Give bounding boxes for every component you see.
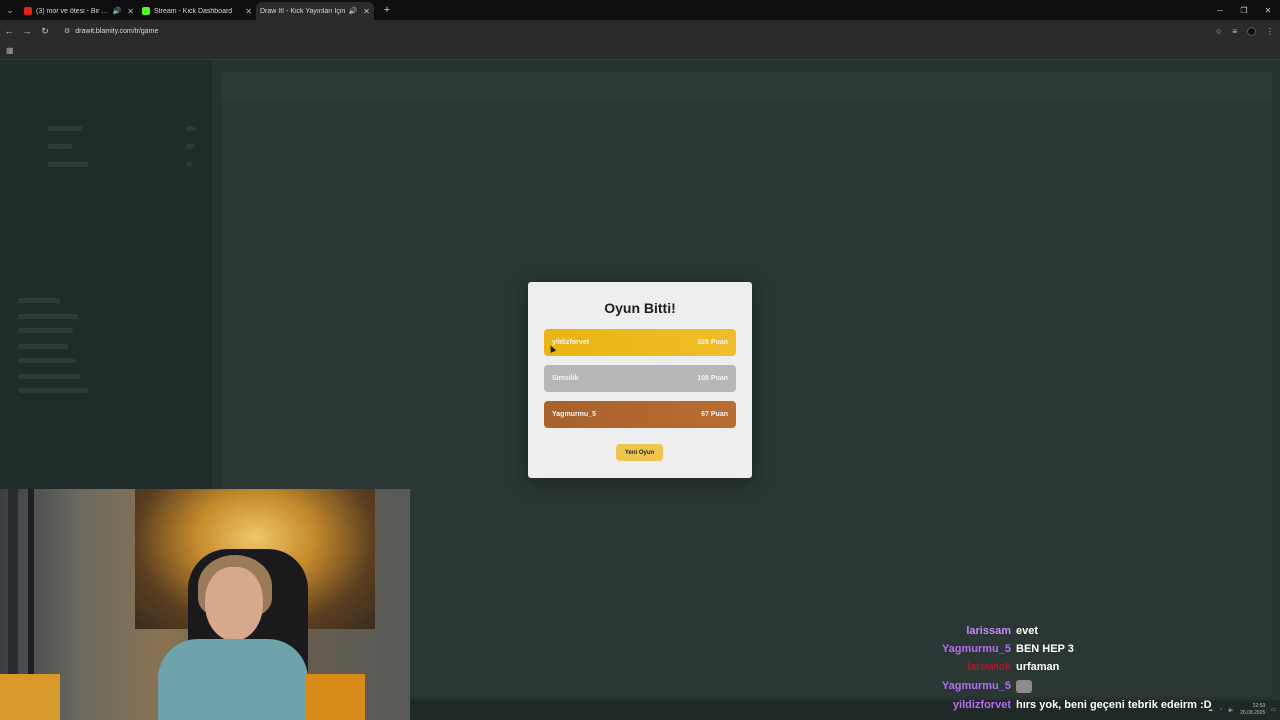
window-controls: ─ ❐ ✕ — [1208, 0, 1280, 20]
chat-message: larissam evet — [900, 622, 1038, 640]
site-info-icon[interactable]: ⚙ — [64, 27, 70, 35]
back-icon[interactable]: ← — [0, 26, 18, 36]
cat-emote-icon — [1016, 679, 1032, 693]
profile-avatar[interactable] — [1247, 26, 1256, 36]
menu-icon[interactable]: ⋮ — [1266, 27, 1274, 36]
tab-bar: ⌄ (3) mor ve ötesi - Bir Derdi 🔊 ✕ Strea… — [0, 0, 1280, 20]
apps-grid-icon[interactable]: ▦ — [6, 46, 14, 55]
media-control-icon[interactable]: ≡ — [1232, 27, 1237, 36]
chat-message: Iarowick urfaman — [900, 658, 1059, 676]
system-tray: ☁ ◔ 🔈 22:53 26.08.2025 ▭ — [1208, 700, 1276, 720]
kick-icon — [142, 7, 150, 15]
streamer-body — [158, 639, 308, 720]
address-bar: ← → ↻ ⚙ drawit.blamity.com/tr/game ☆ ≡ ⋮ — [0, 20, 1280, 42]
player-score: 328 Puan — [697, 339, 728, 346]
tab-youtube[interactable]: (3) mor ve ötesi - Bir Derdi 🔊 ✕ — [20, 2, 138, 20]
minimize-icon[interactable]: ─ — [1208, 0, 1232, 20]
ranking-row-first: yildizforvet 328 Puan — [544, 329, 736, 356]
webcam-overlay — [0, 489, 410, 720]
reload-icon[interactable]: ↻ — [36, 26, 54, 37]
modal-title: Oyun Bitti! — [604, 300, 676, 316]
tab-title: Stream - Kick Dashboard — [154, 7, 233, 15]
player-score: 67 Puan — [701, 411, 728, 418]
bookmarks-bar: ▦ — [0, 42, 1280, 60]
chat-username: Yagmurmu_5 — [941, 643, 1011, 655]
youtube-icon — [24, 7, 32, 15]
url-input[interactable]: ⚙ drawit.blamity.com/tr/game — [60, 23, 1190, 39]
tab-draw-it[interactable]: Draw It! - Kick Yayınları İçin 🔊 ✕ — [256, 2, 374, 20]
tab-kick-dashboard[interactable]: Stream - Kick Dashboard ✕ — [138, 2, 256, 20]
new-game-button[interactable]: Yeni Oyun — [616, 444, 663, 461]
player-name: yildizforvet — [552, 339, 589, 346]
restore-icon[interactable]: ❐ — [1232, 0, 1256, 20]
close-icon[interactable]: ✕ — [127, 7, 134, 16]
close-icon[interactable]: ✕ — [245, 7, 252, 16]
clock[interactable]: 22:53 26.08.2025 — [1240, 703, 1265, 717]
chat-message: Yagmurmu_5 BEN HEP 3 — [900, 640, 1074, 658]
toolbar-right: ☆ ≡ ⋮ — [1215, 20, 1274, 42]
dimmed-sidebar — [0, 60, 212, 490]
dimmed-game-header — [222, 72, 1272, 102]
bookmark-star-icon[interactable]: ☆ — [1215, 27, 1222, 36]
chat-message: yildizforvet hırs yok, beni geçeni tebri… — [900, 696, 1212, 714]
streamer-face — [205, 567, 263, 641]
ranking-row-second: Simsilik 108 Puan — [544, 365, 736, 392]
speaker-icon[interactable]: 🔊 — [113, 7, 122, 15]
tab-title: (3) mor ve ötesi - Bir Derdi — [36, 7, 110, 15]
chat-username: yildizforvet — [952, 699, 1011, 711]
speaker-icon[interactable]: 🔊 — [349, 7, 358, 15]
network-icon[interactable]: ◔ — [1219, 707, 1222, 713]
close-window-icon[interactable]: ✕ — [1256, 0, 1280, 20]
chat-text: hırs yok, beni geçeni tebrik edeirm :D — [1016, 699, 1212, 711]
forward-icon[interactable]: → — [18, 26, 36, 36]
chat-text: BEN HEP 3 — [1016, 643, 1074, 655]
notification-icon[interactable]: ▭ — [1271, 707, 1276, 713]
player-score: 108 Puan — [697, 375, 728, 382]
chat-message: Yagmurmu_5 — [900, 677, 1032, 695]
volume-icon[interactable]: 🔈 — [1228, 707, 1234, 713]
player-name: Simsilik — [552, 375, 579, 382]
chat-text: evet — [1016, 625, 1039, 637]
close-icon[interactable]: ✕ — [363, 7, 370, 16]
tab-search-icon[interactable]: ⌄ — [0, 0, 20, 20]
clock-date: 26.08.2025 — [1240, 710, 1266, 716]
url-text: drawit.blamity.com/tr/game — [75, 27, 159, 35]
game-over-modal: Oyun Bitti! yildizforvet 328 Puan Simsil… — [528, 282, 752, 478]
chat-username: Yagmurmu_5 — [941, 680, 1011, 692]
tab-title: Draw It! - Kick Yayınları İçin — [260, 7, 346, 15]
chat-username: Iarowick — [966, 661, 1011, 673]
clock-time: 22:53 — [1252, 703, 1266, 709]
ranking-row-third: Yagmurmu_5 67 Puan — [544, 401, 736, 428]
chat-text: urfaman — [1016, 661, 1060, 673]
chat-username: larissam — [966, 625, 1011, 637]
new-tab-button[interactable]: + — [380, 4, 394, 16]
orange-cushion-right — [305, 674, 365, 720]
orange-cushion-left — [0, 674, 60, 720]
player-name: Yagmurmu_5 — [552, 411, 596, 418]
